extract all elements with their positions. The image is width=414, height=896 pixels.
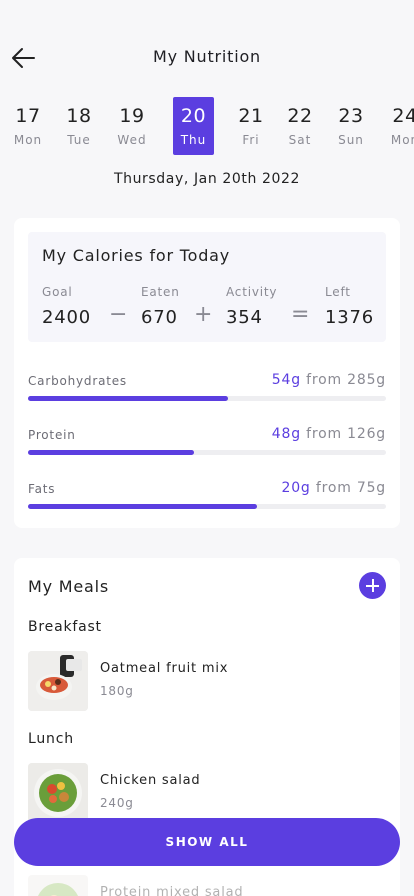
calories-title: My Calories for Today <box>42 246 231 265</box>
day-24[interactable]: 24 Mon <box>384 97 414 155</box>
header: My Nutrition <box>0 0 414 96</box>
meal-category-lunch: Lunch <box>28 731 74 747</box>
day-number: 19 <box>119 105 145 127</box>
macro-total: from 126g <box>306 426 386 442</box>
add-meal-button[interactable] <box>359 572 386 599</box>
day-name: Sat <box>288 133 312 147</box>
day-number: 24 <box>392 105 414 127</box>
progress-track <box>28 504 386 509</box>
page-title: My Nutrition <box>152 47 261 66</box>
day-name: Mon <box>13 133 43 147</box>
meal-name: Protein mixed salad <box>100 885 244 896</box>
meals-title: My Meals <box>28 577 109 596</box>
minus-sign: − <box>109 302 128 327</box>
plus-sign: + <box>194 302 213 327</box>
day-name: Thu <box>180 133 207 147</box>
left-value: 1376 <box>325 307 375 328</box>
goal-label: Goal <box>42 285 73 299</box>
day-number: 23 <box>338 105 364 127</box>
day-number: 21 <box>238 105 264 127</box>
left-label: Left <box>325 285 351 299</box>
meal-name: Chicken salad <box>100 773 201 788</box>
meal-item-protein-salad[interactable]: Protein mixed salad <box>28 875 386 896</box>
day-number: 17 <box>15 105 41 127</box>
meal-name: Oatmeal fruit mix <box>100 661 229 676</box>
day-22[interactable]: 22 Sat <box>279 97 321 155</box>
selected-date: Thursday, Jan 20th 2022 <box>113 171 301 187</box>
day-18[interactable]: 18 Tue <box>58 97 100 155</box>
day-name: Mon <box>390 133 414 147</box>
activity-value: 354 <box>226 307 263 328</box>
oatmeal-thumbnail <box>28 651 88 711</box>
day-number: 22 <box>287 105 313 127</box>
show-all-button[interactable]: SHOW ALL <box>14 818 400 866</box>
meal-weight: 240g <box>100 796 134 810</box>
day-19[interactable]: 19 Wed <box>111 97 153 155</box>
calorie-summary: My Calories for Today Goal 2400 − Eaten … <box>28 232 386 342</box>
day-20-selected[interactable]: 20 Thu <box>173 97 214 155</box>
macro-name: Fats <box>28 482 56 496</box>
calories-card: My Calories for Today Goal 2400 − Eaten … <box>14 218 400 528</box>
macro-fats: Fats 20g from 75g <box>28 480 386 522</box>
macro-amount: 54g <box>271 372 301 388</box>
protein-salad-thumbnail <box>28 875 88 896</box>
macro-carbohydrates: Carbohydrates 54g from 285g <box>28 372 386 414</box>
day-name: Fri <box>242 133 260 147</box>
progress-fill <box>28 504 258 509</box>
chicken-salad-thumbnail <box>28 763 88 823</box>
meal-item-chicken-salad[interactable]: Chicken salad 240g <box>28 763 386 823</box>
progress-fill <box>28 396 229 401</box>
macro-name: Carbohydrates <box>28 374 127 388</box>
day-name: Sun <box>338 133 364 147</box>
day-23[interactable]: 23 Sun <box>330 97 372 155</box>
day-name: Wed <box>117 133 147 147</box>
progress-fill <box>28 450 195 455</box>
activity-label: Activity <box>226 285 278 299</box>
meal-weight: 180g <box>100 684 134 698</box>
equals-sign: = <box>291 302 310 327</box>
macro-amount: 20g <box>281 480 311 496</box>
macro-value: 48g from 126g <box>272 426 386 442</box>
eaten-value: 670 <box>141 307 178 328</box>
meal-item-oatmeal[interactable]: Oatmeal fruit mix 180g <box>28 651 386 711</box>
day-name: Tue <box>67 133 91 147</box>
goal-value: 2400 <box>42 307 92 328</box>
progress-track <box>28 396 386 401</box>
day-17[interactable]: 17 Mon <box>7 97 49 155</box>
macro-total: from 285g <box>306 372 386 388</box>
day-number: 20 <box>180 105 207 127</box>
eaten-label: Eaten <box>141 285 180 299</box>
macro-name: Protein <box>28 428 76 442</box>
macro-amount: 48g <box>271 426 301 442</box>
macro-value: 20g from 75g <box>281 480 386 496</box>
meal-category-breakfast: Breakfast <box>28 619 102 635</box>
progress-track <box>28 450 386 455</box>
macro-value: 54g from 285g <box>272 372 386 388</box>
macro-total: from 75g <box>315 480 386 496</box>
day-21[interactable]: 21 Fri <box>230 97 272 155</box>
day-number: 18 <box>66 105 92 127</box>
date-selector: 17 Mon 18 Tue 19 Wed 20 Thu 21 Fri 22 Sa… <box>0 97 414 157</box>
macro-protein: Protein 48g from 126g <box>28 426 386 468</box>
